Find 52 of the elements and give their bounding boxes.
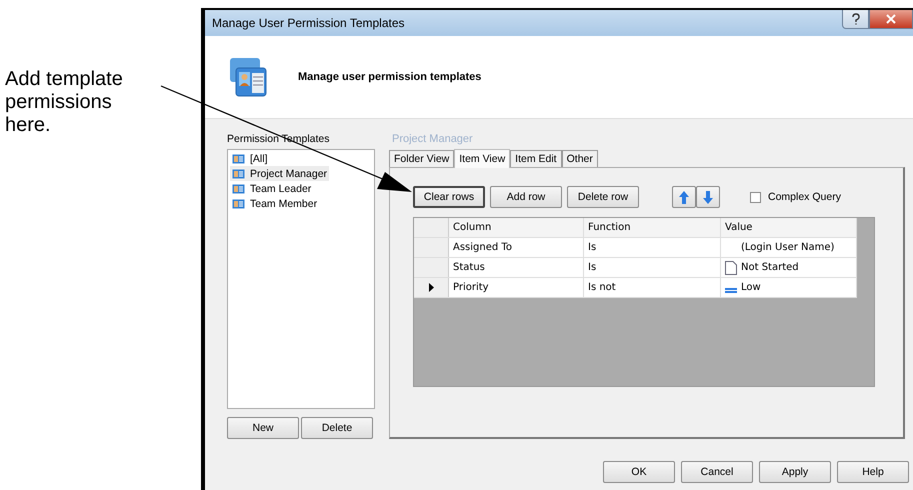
dialog-button[interactable]: Cancel (681, 461, 753, 483)
template-item[interactable]: [All] (230, 151, 270, 166)
user-cards-icon (228, 56, 268, 98)
table-cell: Low (721, 278, 857, 297)
column-header: Value (721, 218, 857, 237)
table-cell: Is (584, 238, 721, 257)
complex-query-checkbox[interactable] (750, 192, 761, 202)
dialog-button[interactable]: Help (837, 461, 909, 483)
header-title: Manage user permission templates (298, 71, 482, 83)
table-cell: Priority (449, 278, 584, 297)
template-icon (232, 154, 245, 164)
template-icon (232, 184, 245, 194)
tab[interactable]: Other (562, 150, 598, 167)
dialog-button[interactable]: Apply (759, 461, 831, 483)
close-button[interactable] (869, 10, 913, 29)
grid-button[interactable]: Clear rows (413, 186, 485, 208)
template-item[interactable]: Team Member (230, 196, 320, 211)
row-selector[interactable] (414, 278, 449, 297)
annotation-text: Add template permissions here. (5, 68, 124, 137)
table-cell: Assigned To (449, 238, 584, 257)
tab[interactable]: Item Edit (510, 150, 562, 167)
down-arrow-icon (703, 190, 713, 204)
table-cell: Is (584, 258, 721, 277)
question-icon (850, 13, 860, 25)
grid-button[interactable]: Delete row (567, 186, 639, 208)
current-row-icon (428, 283, 434, 292)
template-button[interactable]: Delete (301, 417, 373, 439)
document-icon (725, 260, 737, 274)
template-icon (232, 198, 245, 208)
template-item[interactable]: Team Leader (230, 181, 314, 196)
table-cell: (Login User Name) (721, 238, 857, 257)
table-cell: Is not (584, 278, 721, 297)
grid-button[interactable]: Add row (490, 186, 562, 208)
window-title: Manage User Permission Templates (212, 16, 405, 30)
up-arrow-icon (679, 190, 689, 204)
move-up-button[interactable] (672, 186, 696, 208)
dialog-button[interactable]: OK (603, 461, 675, 483)
close-icon (886, 14, 896, 24)
template-item[interactable]: Project Manager (230, 166, 330, 181)
table-cell: Status (449, 258, 584, 277)
template-button[interactable]: New (227, 417, 299, 439)
checkbox-label: Complex Query (768, 191, 841, 203)
column-header: Column (449, 218, 584, 237)
column-header: Function (584, 218, 721, 237)
tab[interactable]: Item View (454, 149, 510, 168)
detail-title: Project Manager (392, 133, 474, 145)
help-button[interactable] (842, 10, 869, 29)
template-icon (232, 168, 245, 178)
tab[interactable]: Folder View (389, 150, 454, 167)
priority-lines-icon (725, 288, 737, 293)
move-down-button[interactable] (696, 186, 720, 208)
table-cell: Not Started (721, 258, 857, 277)
